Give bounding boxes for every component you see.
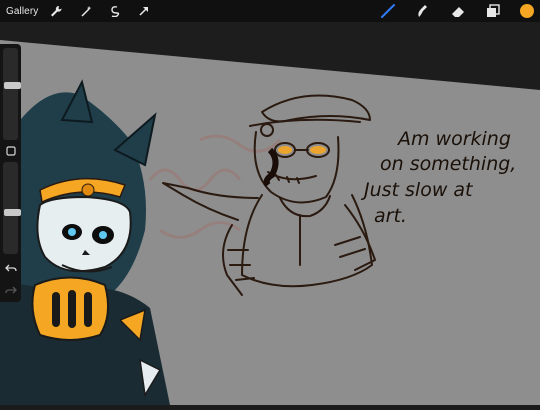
note-line-2: on something, — [380, 153, 516, 175]
undo-arrow-icon[interactable] — [3, 262, 18, 276]
brush-size-slider[interactable] — [3, 48, 21, 140]
transform-arrow-icon[interactable] — [136, 0, 152, 22]
smudge-icon[interactable] — [413, 0, 433, 22]
note-line-3: Just slow at — [360, 179, 474, 201]
color-swatch[interactable] — [518, 0, 536, 22]
brush-size-thumb[interactable] — [4, 82, 21, 89]
left-sidebar — [0, 44, 21, 302]
wrench-icon[interactable] — [48, 0, 64, 22]
layers-icon[interactable] — [483, 0, 503, 22]
note-line-4: art. — [374, 205, 407, 227]
note-line-1: Am working — [396, 128, 511, 150]
eraser-icon[interactable] — [448, 0, 468, 22]
selection-icon[interactable] — [107, 0, 123, 22]
opacity-thumb[interactable] — [4, 208, 21, 216]
canvas-artwork: Am working on something, Just slow at ar… — [0, 0, 540, 405]
drawing-canvas[interactable]: Am working on something, Just slow at ar… — [0, 0, 540, 405]
square-modify-icon[interactable] — [4, 144, 17, 157]
gallery-button[interactable]: Gallery — [6, 0, 38, 22]
redo-arrow-icon[interactable] — [3, 284, 18, 298]
magic-wand-icon[interactable] — [78, 0, 94, 22]
top-toolbar: Gallery — [0, 0, 540, 22]
opacity-slider[interactable] — [3, 162, 21, 254]
brush-icon[interactable] — [378, 0, 398, 22]
